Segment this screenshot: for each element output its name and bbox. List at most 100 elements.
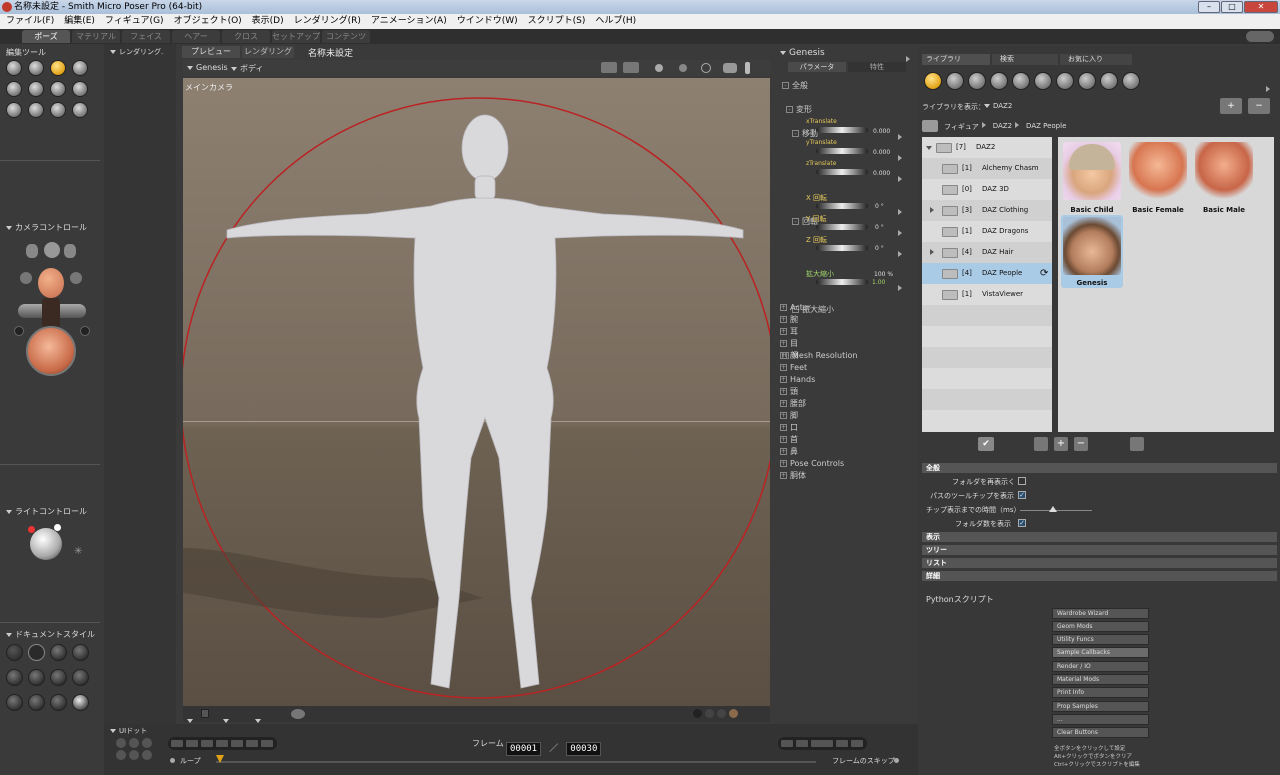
light-handle-white-icon[interactable] xyxy=(54,524,61,531)
stop-button[interactable] xyxy=(200,739,214,748)
scene-shortcut-icon[interactable] xyxy=(623,62,639,73)
trackball-icon[interactable] xyxy=(26,326,76,376)
py-geom-mods-button[interactable]: Geom Mods xyxy=(1052,621,1149,632)
style-silhouette-icon[interactable] xyxy=(6,644,23,661)
face-camera-icon[interactable] xyxy=(38,268,64,298)
taper-tool-icon[interactable] xyxy=(28,81,44,97)
tooltip-delay-slider-thumb[interactable] xyxy=(1049,506,1057,512)
display-dot4-icon[interactable] xyxy=(723,63,737,73)
group-actor[interactable]: + Actor xyxy=(780,302,914,314)
folder-daz-dragons[interactable]: [1] DAZ Dragons xyxy=(922,221,1052,242)
lights-category-icon[interactable] xyxy=(1056,72,1074,90)
hand-right-icon[interactable] xyxy=(64,244,76,258)
group-transform[interactable]: - 変形 xyxy=(786,104,924,116)
group-ears[interactable]: + 耳 xyxy=(780,326,914,338)
section-detail[interactable]: 詳細 xyxy=(922,571,1277,581)
morph-tool-icon[interactable] xyxy=(50,102,66,118)
thumb-basic-male[interactable]: Basic Male xyxy=(1193,140,1255,214)
poses-category-icon[interactable] xyxy=(946,72,964,90)
actor-select[interactable]: ボディ xyxy=(231,63,263,74)
thumb-genesis[interactable]: Genesis xyxy=(1061,215,1123,288)
current-frame-field[interactable]: 00001 xyxy=(506,742,542,756)
style-flat-lined-icon[interactable] xyxy=(50,669,67,686)
py-prop-samples-button[interactable]: Prop Samples xyxy=(1052,701,1149,712)
tab-search[interactable]: 検索 xyxy=(992,54,1058,65)
x-translate-dial[interactable] xyxy=(816,127,868,133)
folder-daz-clothing[interactable]: [3] DAZ Clothing xyxy=(922,200,1052,221)
y-translate-menu-icon[interactable] xyxy=(898,147,906,166)
style-flat-shaded-icon[interactable] xyxy=(28,669,45,686)
menu-display[interactable]: 表示(D) xyxy=(252,14,284,29)
py-utility-funcs-button[interactable]: Utility Funcs xyxy=(1052,634,1149,645)
tab-setup[interactable]: セットアップ xyxy=(272,30,320,43)
camera-shortcut-icon[interactable] xyxy=(601,62,617,73)
menu-render[interactable]: レンダリング(R) xyxy=(294,14,361,29)
y-translate-dial[interactable] xyxy=(816,148,868,154)
viewport-layout-dots[interactable] xyxy=(693,709,738,718)
materials-category-icon[interactable] xyxy=(1100,72,1118,90)
footer-box-icon[interactable] xyxy=(201,709,209,718)
tab-render[interactable]: レンダリング xyxy=(242,46,294,58)
z-translate-value[interactable]: 0.000 xyxy=(873,170,890,177)
scale-dial[interactable] xyxy=(816,279,868,285)
timeline-scrubber[interactable] xyxy=(216,755,224,763)
x-rotate-value[interactable]: 0 ° xyxy=(875,203,884,210)
menu-window[interactable]: ウインドウ(W) xyxy=(457,14,518,29)
z-rotate-menu-icon[interactable] xyxy=(898,243,906,262)
group-hands[interactable]: + Hands xyxy=(780,374,914,386)
group-eyes[interactable]: + 目 xyxy=(780,338,914,350)
timeline-slider[interactable] xyxy=(216,761,816,763)
translate-tool-icon[interactable] xyxy=(50,60,66,76)
py-empty-button[interactable]: ... xyxy=(1052,714,1149,725)
refresh-icon[interactable]: ⟳ xyxy=(1040,263,1048,284)
scale-value[interactable]: 1.00 xyxy=(872,279,885,286)
add-item-button[interactable]: + xyxy=(1054,437,1068,451)
z-rotate-dial[interactable] xyxy=(816,245,868,251)
close-button[interactable]: ✕ xyxy=(1244,1,1278,13)
footer-balls-icon[interactable] xyxy=(291,709,305,719)
breadcrumb-daz2[interactable]: DAZ2 xyxy=(993,122,1012,132)
folder-daz-3d[interactable]: [0] DAZ 3D xyxy=(922,179,1052,200)
group-face[interactable]: + 顔 xyxy=(780,350,914,362)
py-clear-buttons-button[interactable]: Clear Buttons xyxy=(1052,727,1149,738)
chain-break-tool-icon[interactable] xyxy=(50,81,66,97)
x-rotate-menu-icon[interactable] xyxy=(898,201,906,220)
group-neck[interactable]: + 首 xyxy=(780,434,914,446)
viewport[interactable]: メインカメラ xyxy=(183,78,770,706)
cameras-category-icon[interactable] xyxy=(1078,72,1096,90)
thumb-basic-child[interactable]: Basic Child xyxy=(1061,140,1123,214)
group-nose[interactable]: + 鼻 xyxy=(780,446,914,458)
tab-hair[interactable]: ヘアー xyxy=(172,30,220,43)
section-general[interactable]: 全般 xyxy=(922,463,1277,473)
prev-key-button[interactable] xyxy=(185,739,199,748)
style-smooth-shaded-icon[interactable] xyxy=(28,694,45,711)
view-magnifier-tool-icon[interactable] xyxy=(28,102,44,118)
style-smooth-lined-icon[interactable] xyxy=(72,694,89,711)
group-mouth[interactable]: + 口 xyxy=(780,422,914,434)
hand-left-icon[interactable] xyxy=(26,244,38,258)
prev-frame-button[interactable] xyxy=(230,739,244,748)
tab-preview[interactable]: プレビュー xyxy=(182,46,240,58)
x-translate-menu-icon[interactable] xyxy=(898,126,906,145)
py-print-info-button[interactable]: Print Info xyxy=(1052,687,1149,698)
group-general[interactable]: - 全般 xyxy=(782,80,920,92)
folder-up-icon[interactable] xyxy=(922,120,938,132)
display-dot5-icon[interactable] xyxy=(745,62,750,74)
light-handle-red-icon[interactable] xyxy=(28,526,35,533)
ui-dot-4[interactable] xyxy=(116,750,126,760)
y-rotate-menu-icon[interactable] xyxy=(898,222,906,241)
twist-tool-icon[interactable] xyxy=(28,60,44,76)
light-sphere-icon[interactable] xyxy=(30,528,62,560)
hair-category-icon[interactable] xyxy=(990,72,1008,90)
scale-menu-icon[interactable] xyxy=(898,277,906,296)
style-cartoon-icon[interactable] xyxy=(72,669,89,686)
move-xz-icon[interactable] xyxy=(20,272,32,284)
move-xy-icon[interactable] xyxy=(70,272,82,284)
section-list[interactable]: リスト xyxy=(922,558,1277,568)
py-render-io-button[interactable]: Render / IO xyxy=(1052,661,1149,672)
direct-manipulation-tool-icon[interactable] xyxy=(72,102,88,118)
tab-parameters[interactable]: パラメータ xyxy=(788,62,846,72)
menu-object[interactable]: オブジェクト(O) xyxy=(174,14,242,29)
folder-vistaviewer[interactable]: [1] VistaViewer xyxy=(922,284,1052,305)
display-dot2-icon[interactable] xyxy=(679,64,687,72)
